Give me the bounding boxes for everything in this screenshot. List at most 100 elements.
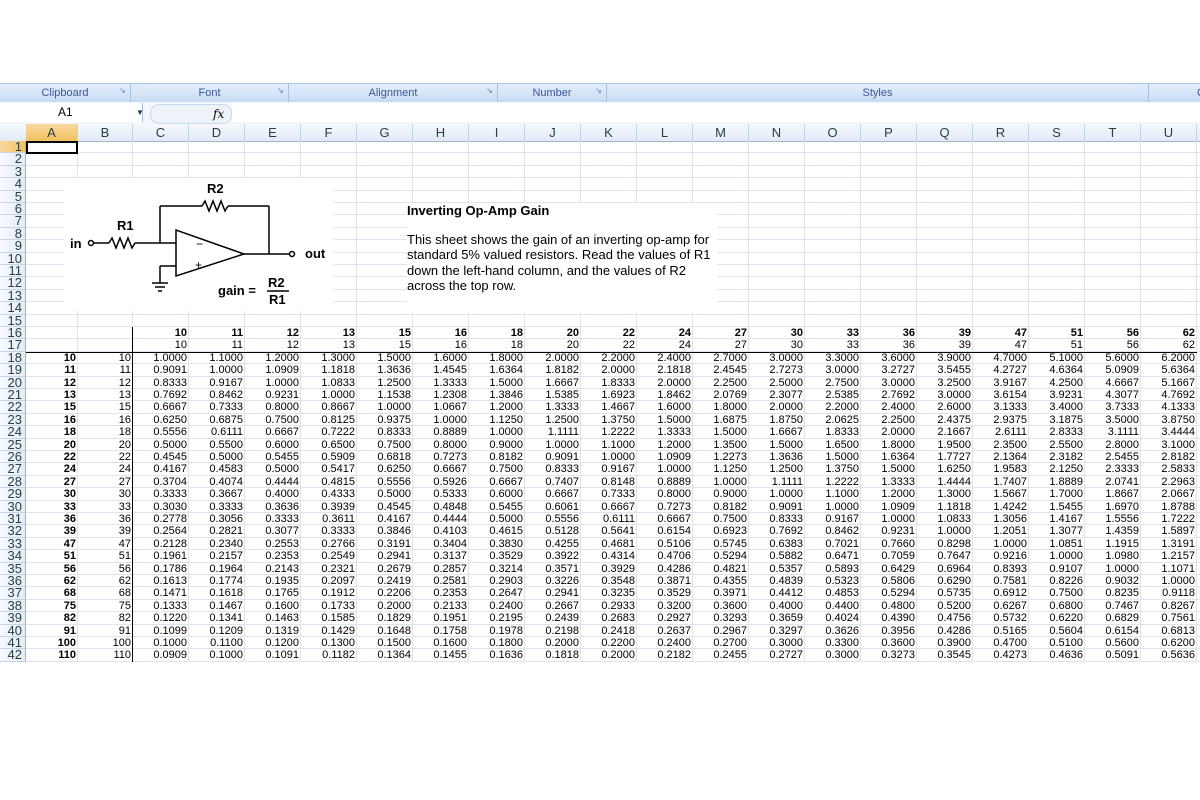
gain-cell[interactable]: 2.2500: [693, 377, 749, 389]
gain-cell[interactable]: 4.3077: [1085, 389, 1141, 401]
gain-cell[interactable]: 0.3571: [525, 563, 581, 575]
gain-cell[interactable]: 3.7333: [1085, 401, 1141, 413]
gain-cell[interactable]: 1.2157: [1141, 550, 1197, 562]
gain-cell[interactable]: 0.4286: [637, 563, 693, 575]
gain-cell[interactable]: 0.6964: [917, 563, 973, 575]
launcher-icon[interactable]: ↘: [118, 86, 127, 95]
gain-cell[interactable]: 0.4273: [973, 649, 1029, 661]
gain-cell[interactable]: 0.3667: [189, 488, 245, 500]
gain-cell[interactable]: 5.6000: [1085, 352, 1141, 364]
gain-cell[interactable]: 1.8182: [525, 364, 581, 376]
r1-header-cell[interactable]: 27: [26, 476, 78, 488]
gain-cell[interactable]: 0.5323: [805, 575, 861, 587]
gain-cell[interactable]: 0.8333: [525, 463, 581, 475]
gain-cell[interactable]: 1.0833: [301, 377, 357, 389]
gain-cell[interactable]: 0.8235: [1085, 587, 1141, 599]
r2-header-cell[interactable]: 27: [693, 339, 749, 351]
gain-cell[interactable]: 0.1000: [189, 649, 245, 661]
r2-header-cell[interactable]: 30: [749, 327, 805, 339]
r2-header-cell[interactable]: 20: [525, 327, 581, 339]
gain-cell[interactable]: 0.2182: [637, 649, 693, 661]
gain-cell[interactable]: 1.8333: [581, 377, 637, 389]
gain-cell[interactable]: 0.8298: [917, 538, 973, 550]
gain-cell[interactable]: 1.1915: [1085, 538, 1141, 550]
column-header-k[interactable]: K: [581, 124, 637, 141]
gain-cell[interactable]: 3.2500: [917, 377, 973, 389]
gain-cell[interactable]: 0.3333: [301, 525, 357, 537]
r1-header-cell[interactable]: 51: [26, 550, 78, 562]
gain-cell[interactable]: 0.6000: [245, 439, 301, 451]
gain-cell[interactable]: 0.1935: [245, 575, 301, 587]
gain-cell[interactable]: 2.4375: [917, 414, 973, 426]
gain-cell[interactable]: 0.6383: [749, 538, 805, 550]
gain-cell[interactable]: 1.3333: [413, 377, 469, 389]
r2-header-cell[interactable]: 24: [637, 327, 693, 339]
r1-header-cell[interactable]: 11: [26, 364, 78, 376]
gain-cell[interactable]: 2.4000: [637, 352, 693, 364]
gain-cell[interactable]: 0.5333: [413, 488, 469, 500]
gain-cell[interactable]: 1.0667: [413, 401, 469, 413]
gain-cell[interactable]: 0.9375: [357, 414, 413, 426]
r1-value-cell[interactable]: 62: [78, 575, 133, 587]
gain-cell[interactable]: 0.7273: [413, 451, 469, 463]
r1-header-cell[interactable]: 82: [26, 612, 78, 624]
r2-header-cell[interactable]: 15: [357, 339, 413, 351]
gain-cell[interactable]: 0.2419: [357, 575, 413, 587]
gain-cell[interactable]: 1.3333: [637, 426, 693, 438]
gain-cell[interactable]: 3.3000: [805, 352, 861, 364]
gain-cell[interactable]: 0.5294: [861, 587, 917, 599]
gain-cell[interactable]: 0.4286: [917, 625, 973, 637]
name-box[interactable]: A1 ▼: [0, 103, 144, 122]
gain-cell[interactable]: 0.3900: [917, 637, 973, 649]
gain-cell[interactable]: 0.3000: [805, 649, 861, 661]
row-header[interactable]: 42: [0, 648, 26, 662]
gain-cell[interactable]: 0.2097: [301, 575, 357, 587]
r2-header-cell[interactable]: 22: [581, 339, 637, 351]
r1-value-cell[interactable]: 30: [78, 488, 133, 500]
gain-cell[interactable]: 0.6111: [581, 513, 637, 525]
r1-value-cell[interactable]: 91: [78, 625, 133, 637]
gain-cell[interactable]: 0.1964: [189, 563, 245, 575]
gain-cell[interactable]: 1.0000: [693, 476, 749, 488]
gain-cell[interactable]: 1.3750: [805, 463, 861, 475]
gain-cell[interactable]: 5.6364: [1141, 364, 1197, 376]
gain-cell[interactable]: 1.1111: [525, 426, 581, 438]
gain-cell[interactable]: 0.9216: [973, 550, 1029, 562]
r2-header-cell[interactable]: 56: [1085, 327, 1141, 339]
gain-cell[interactable]: 0.5556: [357, 476, 413, 488]
gain-cell[interactable]: 0.3226: [525, 575, 581, 587]
r1-value-cell[interactable]: 100: [78, 637, 133, 649]
gain-cell[interactable]: 1.1000: [805, 488, 861, 500]
gain-cell[interactable]: 0.5000: [189, 451, 245, 463]
gain-cell[interactable]: 1.3056: [973, 513, 1029, 525]
gain-cell[interactable]: 4.6667: [1085, 377, 1141, 389]
column-header-q[interactable]: Q: [917, 124, 973, 141]
gain-cell[interactable]: 0.1000: [133, 637, 189, 649]
gain-cell[interactable]: 0.9167: [189, 377, 245, 389]
gain-cell[interactable]: 2.0741: [1085, 476, 1141, 488]
gain-cell[interactable]: 0.2206: [357, 587, 413, 599]
gain-cell[interactable]: 3.0000: [861, 377, 917, 389]
gain-cell[interactable]: 0.8182: [693, 501, 749, 513]
gain-cell[interactable]: 2.0000: [525, 352, 581, 364]
gain-cell[interactable]: 4.7692: [1141, 389, 1197, 401]
gain-cell[interactable]: 0.1613: [133, 575, 189, 587]
gain-cell[interactable]: 1.4242: [973, 501, 1029, 513]
gain-cell[interactable]: 0.5455: [469, 501, 525, 513]
gain-cell[interactable]: 0.2679: [357, 563, 413, 575]
gain-cell[interactable]: 0.5165: [973, 625, 1029, 637]
r2-header-cell[interactable]: 13: [301, 327, 357, 339]
gain-cell[interactable]: 0.2637: [637, 625, 693, 637]
column-header-d[interactable]: D: [189, 124, 245, 141]
column-header-f[interactable]: F: [301, 124, 357, 141]
gain-cell[interactable]: 4.2727: [973, 364, 1029, 376]
gain-cell[interactable]: 2.0000: [581, 364, 637, 376]
r1-value-cell[interactable]: 24: [78, 463, 133, 475]
gain-cell[interactable]: 0.1912: [301, 587, 357, 599]
gain-cell[interactable]: 0.6667: [581, 501, 637, 513]
gain-cell[interactable]: 0.2667: [525, 600, 581, 612]
gain-cell[interactable]: 1.1000: [189, 352, 245, 364]
gain-cell[interactable]: 0.1333: [133, 600, 189, 612]
gain-cell[interactable]: 0.3922: [525, 550, 581, 562]
gain-cell[interactable]: 1.5000: [749, 439, 805, 451]
